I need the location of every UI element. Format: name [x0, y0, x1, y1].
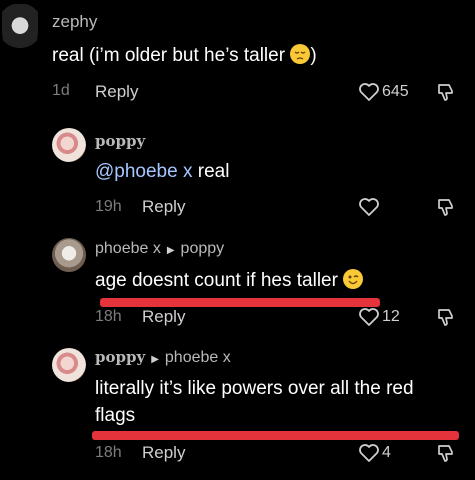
comment-text: age doesnt count if hes taller	[95, 267, 364, 294]
like-count: 12	[382, 308, 400, 325]
heart-icon[interactable]	[358, 307, 380, 327]
comment-text-end: )	[310, 45, 317, 66]
like-count: 4	[382, 444, 391, 461]
reply-button[interactable]: Reply	[142, 443, 185, 463]
avatar[interactable]	[52, 348, 86, 382]
dislike-icon[interactable]	[435, 81, 457, 103]
reply-to-username[interactable]: poppy	[181, 240, 225, 257]
comment-text-main: age doesnt count if hes taller	[95, 270, 338, 291]
reply-button[interactable]: Reply	[142, 197, 185, 217]
comment-zephy: zephy real (i’m older but he’s taller ) …	[0, 0, 475, 110]
winking-face-icon	[343, 269, 364, 289]
avatar[interactable]	[52, 128, 86, 162]
dislike-icon[interactable]	[435, 196, 457, 218]
username[interactable]: poppy	[95, 132, 145, 150]
comment-text-main: real	[192, 161, 230, 182]
comment-text-line-1: literally it’s like powers over all the …	[95, 378, 414, 399]
comment-text-main: real (i’m older but he’s taller	[52, 45, 286, 66]
timestamp: 18h	[95, 308, 122, 325]
reply-button[interactable]: Reply	[142, 307, 185, 327]
reply-arrow-icon: ▶	[166, 245, 175, 256]
heart-icon[interactable]	[358, 82, 380, 102]
timestamp: 1d	[52, 82, 70, 99]
reply-arrow-icon: ▶	[151, 354, 159, 365]
avatar[interactable]	[2, 4, 38, 58]
reply-to-username[interactable]: phoebe x	[165, 349, 231, 366]
highlight-bar	[100, 298, 380, 307]
reply-button[interactable]: Reply	[95, 82, 138, 102]
comment-poppy-reply-2: poppy ▶ phoebe x literally it’s like power…	[0, 340, 475, 480]
mention-link[interactable]: @phoebe x	[95, 161, 192, 182]
comment-phoebe-reply: phoebe x ▶ poppy age doesnt count if hes t…	[0, 232, 475, 337]
avatar[interactable]	[52, 238, 86, 272]
heart-icon[interactable]	[358, 197, 380, 217]
comment-text: real (i’m older but he’s taller )	[52, 42, 317, 69]
dislike-icon[interactable]	[435, 442, 457, 464]
username: poppy ▶ phoebe x	[95, 348, 231, 367]
pensive-face-icon	[290, 44, 311, 64]
username-label[interactable]: phoebe x	[95, 240, 161, 257]
like-count: 645	[382, 83, 409, 100]
comment-poppy-reply: poppy @phoebe x real 19h Reply	[0, 120, 475, 225]
username-label[interactable]: poppy	[95, 348, 145, 366]
username: phoebe x ▶ poppy	[95, 240, 224, 258]
comment-text-line-2: flags	[95, 405, 136, 426]
username[interactable]: zephy	[52, 12, 97, 32]
comment-text: @phoebe x real	[95, 158, 229, 185]
highlight-bar	[92, 431, 459, 440]
timestamp: 18h	[95, 444, 122, 461]
heart-icon[interactable]	[358, 443, 380, 463]
timestamp: 19h	[95, 198, 122, 215]
dislike-icon[interactable]	[435, 306, 457, 328]
